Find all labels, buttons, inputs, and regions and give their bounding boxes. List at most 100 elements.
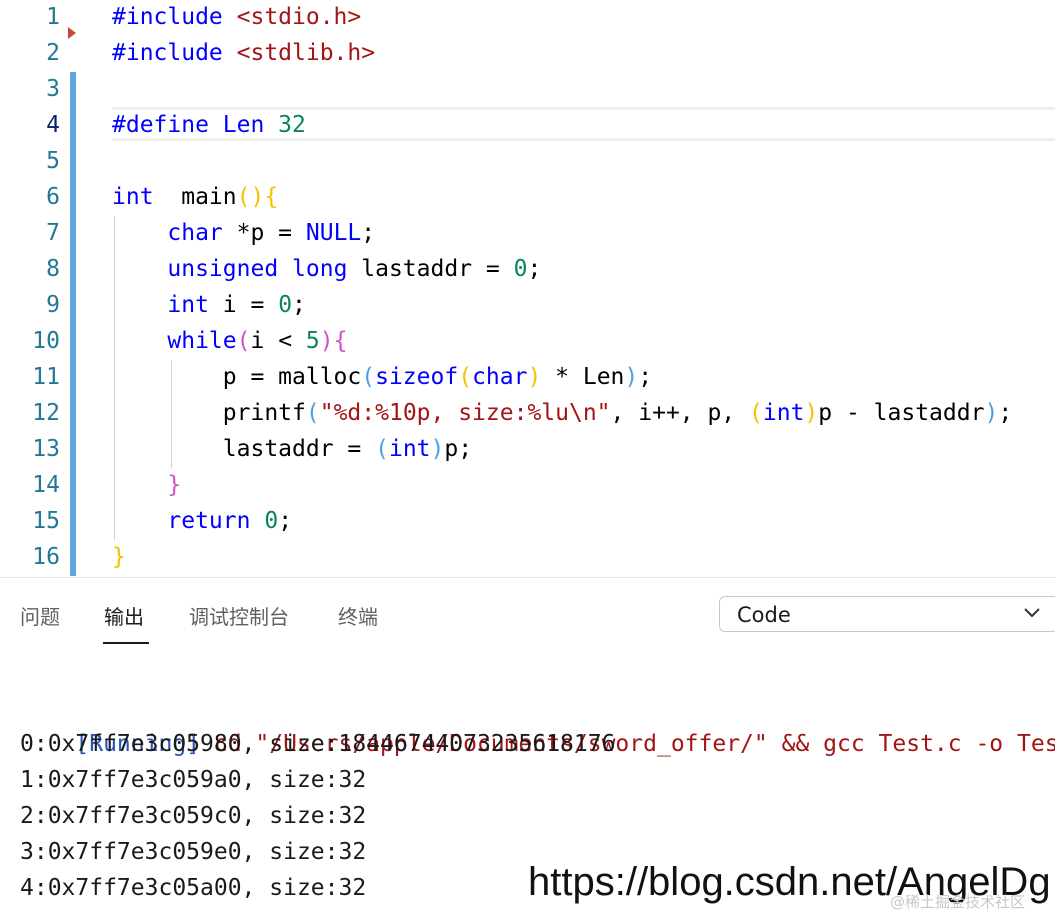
code-line[interactable]: } xyxy=(112,539,126,575)
code-token: 0 xyxy=(264,508,279,534)
code-token: () xyxy=(236,184,265,210)
output-line: 1:0x7ff7e3c059a0, size:32 xyxy=(20,767,367,793)
code-token: "%d:%10p, size:%lu\n" xyxy=(319,400,611,426)
code-token: long xyxy=(292,256,348,282)
code-token: p = malloc xyxy=(112,364,362,390)
code-token: int xyxy=(762,400,805,426)
tab-output[interactable]: 输出 xyxy=(104,601,144,630)
code-token: int xyxy=(112,184,154,210)
line-number: 11 xyxy=(32,364,60,390)
code-token: ( xyxy=(749,400,763,426)
output-line: 4:0x7ff7e3c05a00, size:32 xyxy=(20,875,367,901)
code-token: ) xyxy=(804,400,819,426)
code-token: 32 xyxy=(278,112,306,138)
code-editor[interactable]: 1 2 3 4 5 6 7 8 9 10 11 12 13 14 15 16 #include <stdio.… xyxy=(0,0,1055,577)
code-token: ; xyxy=(278,508,293,534)
code-token: char xyxy=(472,364,528,390)
code-line[interactable]: } xyxy=(112,467,181,503)
code-token: #include xyxy=(112,4,237,30)
code-token: i = xyxy=(208,292,279,318)
code-token: ( xyxy=(458,364,473,390)
active-tab-indicator xyxy=(103,642,149,644)
code-token: lastaddr = xyxy=(347,256,514,282)
code-token: printf xyxy=(112,400,306,426)
code-token: * Len xyxy=(541,364,625,390)
code-token: 0 xyxy=(278,292,293,318)
code-token: ; xyxy=(361,220,376,246)
output-channel-select[interactable]: Code xyxy=(719,596,1055,632)
code-token: ) xyxy=(430,436,445,462)
code-line[interactable]: int main(){ xyxy=(112,179,278,215)
code-token: *p = xyxy=(222,220,306,246)
code-token: main xyxy=(153,184,237,210)
line-number: 1 xyxy=(46,4,60,30)
code-token: unsigned xyxy=(167,256,279,282)
line-number: 9 xyxy=(46,292,60,318)
code-token: ; xyxy=(998,400,1013,426)
code-line[interactable]: #define Len 32 xyxy=(112,107,306,143)
fold-marker-icon[interactable] xyxy=(68,27,76,39)
code-token: <stdlib.h> xyxy=(236,40,376,66)
line-number: 14 xyxy=(32,472,60,498)
code-line[interactable]: #include <stdlib.h> xyxy=(112,35,375,71)
code-token: <stdio.h> xyxy=(236,4,362,30)
line-number: 4 xyxy=(46,112,60,138)
watermark-sub: @稀土掘金技术社区 xyxy=(890,893,1026,911)
code-token: Len xyxy=(222,112,279,138)
code-token: ) xyxy=(984,400,999,426)
code-token: , i++, p, xyxy=(610,400,750,426)
code-token: #include xyxy=(112,40,237,66)
code-line[interactable]: unsigned long lastaddr = 0; xyxy=(112,251,541,287)
tab-debug-console[interactable]: 调试控制台 xyxy=(189,601,289,630)
code-line[interactable]: #include <stdio.h> xyxy=(112,0,361,35)
code-token: ) xyxy=(624,364,639,390)
code-token: sizeof xyxy=(375,364,459,390)
code-token: while xyxy=(167,328,237,354)
code-token: return xyxy=(167,508,251,534)
output-channel-value: Code xyxy=(737,603,791,627)
change-indicator-bar xyxy=(70,72,76,576)
code-token: char xyxy=(167,220,223,246)
code-line[interactable]: return 0; xyxy=(112,503,292,539)
code-line[interactable]: lastaddr = (int)p; xyxy=(112,431,472,467)
line-number: 7 xyxy=(46,220,60,246)
code-token: NULL xyxy=(305,220,362,246)
line-number: 8 xyxy=(46,256,60,282)
code-token: int xyxy=(388,436,431,462)
line-number: 6 xyxy=(46,184,60,210)
code-token: ( xyxy=(236,328,251,354)
code-token: } xyxy=(112,544,126,570)
code-line[interactable]: int i = 0; xyxy=(112,287,306,323)
code-token: ( xyxy=(375,436,389,462)
code-token: } xyxy=(167,472,182,498)
output-line: 3:0x7ff7e3c059e0, size:32 xyxy=(20,839,367,865)
line-number: 13 xyxy=(32,436,60,462)
line-number: 16 xyxy=(32,544,60,570)
line-number: 3 xyxy=(46,76,60,102)
code-token: { xyxy=(264,184,279,210)
code-token: int xyxy=(167,292,209,318)
code-line[interactable]: while(i < 5){ xyxy=(112,323,347,359)
code-line[interactable]: printf("%d:%10p, size:%lu\n", i++, p, (i… xyxy=(112,395,1012,431)
tab-problems[interactable]: 问题 xyxy=(20,601,60,630)
code-token: ; xyxy=(292,292,306,318)
code-token: ( xyxy=(361,364,376,390)
tab-terminal[interactable]: 终端 xyxy=(338,601,378,630)
code-token: ) xyxy=(319,328,334,354)
code-token: p - lastaddr xyxy=(818,400,985,426)
code-line[interactable]: p = malloc(sizeof(char) * Len); xyxy=(112,359,652,395)
line-number: 12 xyxy=(32,400,60,426)
code-token: i < xyxy=(250,328,306,354)
code-token: ( xyxy=(305,400,320,426)
code-line[interactable]: char *p = NULL; xyxy=(112,215,375,251)
code-token: 0 xyxy=(513,256,528,282)
code-token: ; xyxy=(527,256,542,282)
